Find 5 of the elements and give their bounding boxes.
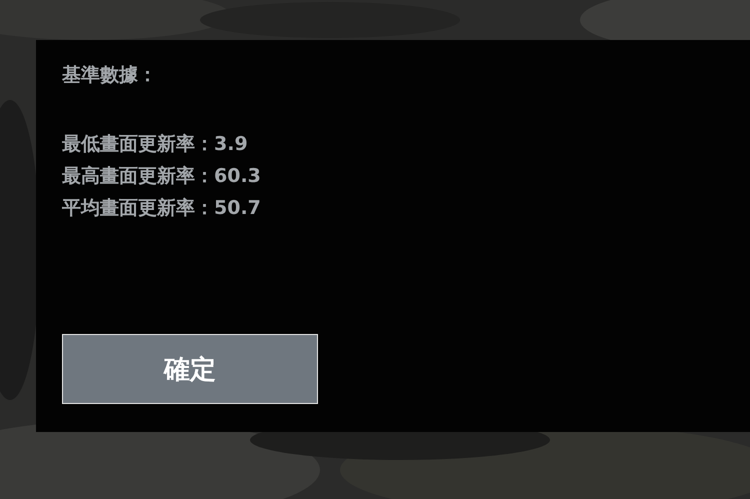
stat-line: 平均畫面更新率：50.7 [62, 196, 262, 221]
stat-line: 最高畫面更新率：60.3 [62, 164, 262, 189]
confirm-button[interactable]: 確定 [62, 334, 318, 404]
stat-line: 最低畫面更新率：3.9 [62, 132, 249, 157]
dialog-title: 基準數據： [62, 63, 158, 88]
